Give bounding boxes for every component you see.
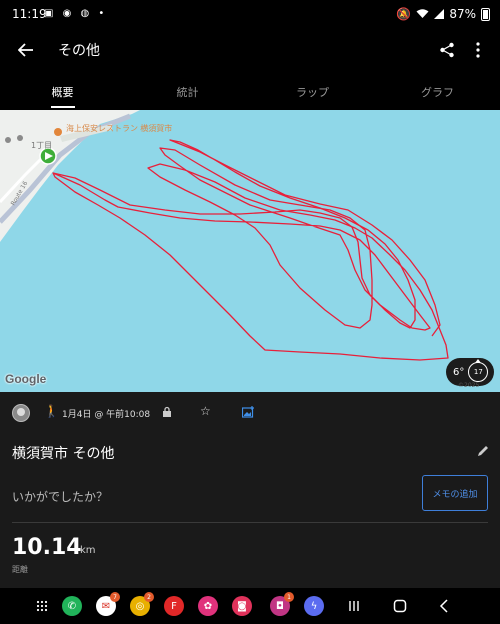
share-button[interactable] [434,36,460,64]
app-icon-flipboard[interactable]: F [164,596,184,616]
tab-stats[interactable]: 統計 [125,72,250,110]
app-icon-phone[interactable]: ✆ [62,596,82,616]
status-bar: 11:19 ▣ ◉ ◍ • 🔕 87% [0,0,500,30]
wind-icon: 17 [468,362,489,382]
poi-marker [17,135,23,141]
recents-icon [349,601,359,611]
district-label: 1丁目 [31,141,53,150]
mail-icon: ✉ [101,600,111,612]
flower-icon: ✿ [203,600,213,612]
signal-icon [434,9,445,19]
map-canvas [0,110,449,361]
phone-icon: ✆ [67,600,77,612]
messenger-icon: ϟ [310,600,318,612]
distance-unit: km [80,545,96,556]
avatar[interactable] [12,404,30,422]
edit-icon[interactable] [476,444,490,458]
mute-icon: 🔕 [396,7,412,21]
activity-date: 1月4日 @ 午前10:08 [62,410,151,420]
tab-bar: 概要 統計 ラップ グラフ [0,72,500,110]
home-icon [393,599,407,613]
distance-label: 距離 [12,565,28,574]
app-icon-messenger[interactable]: ϟ [304,596,324,616]
stats-row: 10.14 km 距離 [0,523,500,588]
notification-icons: ▣ ◉ ◍ • [44,8,108,19]
tab-laps[interactable]: ラップ [250,72,375,110]
google-logo: Google [5,372,47,386]
feel-prompt[interactable]: いかがでしたか？ [12,488,108,505]
app-icon-instagram[interactable]: ◘ 1 [270,592,294,616]
poi-marker [54,128,62,136]
more-vertical-icon [476,42,480,58]
notification-badge: 2 [144,592,154,602]
feedback-row: いかがでしたか？ メモの追加 [0,472,500,524]
tab-overview[interactable]: 概要 [0,72,125,110]
more-options-button[interactable] [468,36,488,64]
add-memo-button[interactable]: メモの追加 [422,475,488,511]
temperature: 6° [453,366,465,378]
flipboard-icon: F [171,600,177,612]
map-copyright: ©2025 [458,382,480,389]
arrow-left-icon [18,43,33,57]
page-title: その他 [58,43,100,59]
status-right: 🔕 87% [396,7,490,21]
distance-value: 10.14 [12,535,82,560]
tab-label: ラップ [296,86,329,99]
camera-icon: ◙ [237,600,247,612]
activity-meta: 🚶 1月4日 @ 午前10:08 ☆ [0,392,500,432]
app-drawer-button[interactable] [32,596,52,616]
battery-percent: 87% [449,7,476,21]
app-icon-mail[interactable]: ✉ 7 [96,592,120,616]
activity-title: 横須賀市 その他 [12,446,115,462]
star-icon[interactable]: ☆ [200,404,211,418]
notification-badge: 1 [284,592,294,602]
back-button[interactable] [12,36,40,64]
wifi-icon [416,9,429,18]
recents-button[interactable] [344,596,364,616]
chevron-left-icon [439,599,448,613]
tab-label: 概要 [51,86,74,99]
wind-speed: 17 [473,368,483,376]
poi-label: 海上保安レストラン 横須賀市 [66,124,173,133]
activity-title-row: 横須賀市 その他 [0,432,500,472]
home-button[interactable] [390,596,410,616]
poi-marker [5,137,11,143]
activity-type-icon: 🚶 [44,404,59,418]
tab-graph[interactable]: グラフ [375,72,500,110]
route-map[interactable]: 海上保安レストラン 横須賀市 1丁目 Route 16 Google 6° 17… [0,110,500,392]
battery-icon [481,7,490,21]
system-back-button[interactable] [434,596,454,616]
instagram-icon: ◘ [276,600,284,612]
app-icon-chrome[interactable]: ◎ 2 [130,592,154,616]
system-nav-bar: ✆ ✉ 7 ◎ 2 F ✿ ◙ ◘ 1 ϟ [0,588,500,624]
add-photo-icon[interactable] [242,406,255,418]
app-bar: その他 [0,30,500,70]
notification-badge: 7 [110,592,120,602]
app-icon-camera[interactable]: ◙ [232,596,252,616]
activity-route [52,139,449,361]
share-icon [440,42,454,58]
tab-label: 統計 [176,86,199,99]
status-time: 11:19 [12,7,47,21]
tab-label: グラフ [421,86,454,99]
chrome-icon: ◎ [135,600,145,612]
grid-icon [36,600,48,612]
app-icon-flower[interactable]: ✿ [198,596,218,616]
lock-icon[interactable] [161,406,173,418]
